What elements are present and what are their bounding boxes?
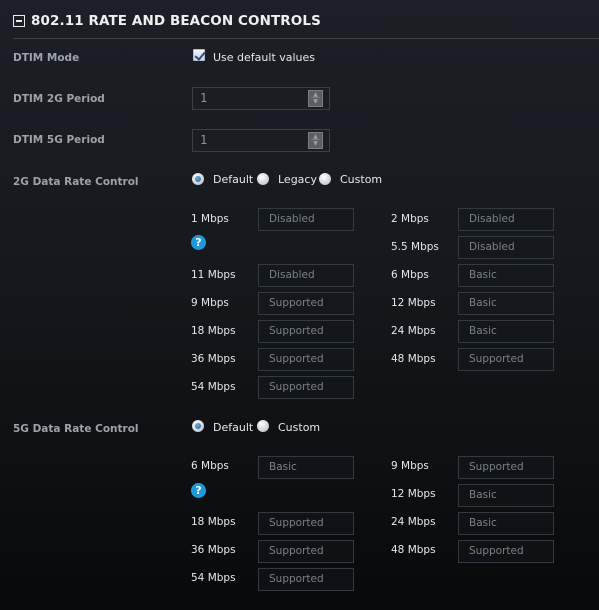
rate-label: 48 Mbps [391, 544, 436, 556]
rate-field: Supported [458, 348, 554, 371]
rate-field: Disabled [258, 208, 354, 231]
rate-label: 54 Mbps [191, 572, 236, 584]
rate-field: Basic [458, 292, 554, 315]
2g-radio-legacy-label[interactable]: Legacy [278, 173, 317, 186]
rate-label: 24 Mbps [391, 325, 436, 337]
5g-radio-default[interactable] [192, 420, 204, 432]
2g-radio-default-label[interactable]: Default [213, 173, 253, 186]
dtim-2g-period-input[interactable]: 1 ▲ ▼ [192, 87, 330, 110]
use-default-values-checkbox[interactable] [193, 49, 205, 61]
spinner-down-icon[interactable]: ▼ [311, 99, 320, 105]
rate-field: Supported [258, 540, 354, 563]
use-default-values-label[interactable]: Use default values [213, 51, 315, 64]
spinner-down-icon[interactable]: ▼ [311, 141, 320, 147]
rate-field: Supported [258, 320, 354, 343]
rate-label: 5.5 Mbps [391, 241, 439, 253]
section-title: 802.11 RATE AND BEACON CONTROLS [31, 13, 321, 29]
rate-label: 6 Mbps [391, 269, 429, 281]
rate-field: Basic [458, 264, 554, 287]
rate-field: Supported [258, 568, 354, 591]
rate-field: Disabled [258, 264, 354, 287]
dtim-2g-period-label: DTIM 2G Period [13, 93, 105, 105]
rate-field: Basic [458, 512, 554, 535]
rate-label: 2 Mbps [391, 213, 429, 225]
dtim-2g-period-value: 1 [200, 91, 208, 105]
rate-label: 11 Mbps [191, 269, 236, 281]
rate-field: Disabled [458, 208, 554, 231]
rate-label: 36 Mbps [191, 544, 236, 556]
rate-label: 9 Mbps [191, 297, 229, 309]
rate-label: 24 Mbps [391, 516, 436, 528]
rate-field: Supported [458, 540, 554, 563]
dtim-5g-spinner[interactable]: ▲ ▼ [308, 132, 323, 149]
section-header[interactable]: 802.11 RATE AND BEACON CONTROLS [13, 11, 321, 31]
rate-label: 36 Mbps [191, 353, 236, 365]
rate-field: Supported [258, 348, 354, 371]
dtim-2g-spinner[interactable]: ▲ ▼ [308, 90, 323, 107]
rate-label: 1 Mbps [191, 213, 229, 225]
rate-field: Basic [258, 456, 354, 479]
header-divider [13, 38, 599, 39]
dtim-5g-period-label: DTIM 5G Period [13, 134, 105, 146]
rate-label: 18 Mbps [191, 516, 236, 528]
rate-field: Basic [458, 320, 554, 343]
rate-label: 18 Mbps [191, 325, 236, 337]
5g-data-rate-control-label: 5G Data Rate Control [13, 423, 139, 435]
2g-radio-custom[interactable] [319, 173, 331, 185]
2g-radio-legacy[interactable] [257, 173, 269, 185]
dtim-5g-period-input[interactable]: 1 ▲ ▼ [192, 129, 330, 152]
dtim-mode-label: DTIM Mode [13, 52, 80, 64]
2g-data-rate-control-label: 2G Data Rate Control [13, 176, 139, 188]
help-icon[interactable]: ? [191, 235, 206, 250]
help-icon[interactable]: ? [191, 483, 206, 498]
collapse-icon[interactable] [13, 15, 25, 27]
rate-label: 48 Mbps [391, 353, 436, 365]
rate-label: 12 Mbps [391, 297, 436, 309]
5g-radio-default-label[interactable]: Default [213, 421, 253, 434]
rate-field: Disabled [458, 236, 554, 259]
rate-label: 9 Mbps [391, 460, 429, 472]
rate-label: 6 Mbps [191, 460, 229, 472]
2g-radio-custom-label[interactable]: Custom [340, 173, 382, 186]
2g-radio-default[interactable] [192, 173, 204, 185]
rate-field: Supported [258, 512, 354, 535]
rate-label: 12 Mbps [391, 488, 436, 500]
rate-label: 54 Mbps [191, 381, 236, 393]
5g-radio-custom-label[interactable]: Custom [278, 421, 320, 434]
5g-radio-custom[interactable] [257, 420, 269, 432]
rate-field: Supported [258, 376, 354, 399]
rate-field: Basic [458, 484, 554, 507]
rate-field: Supported [258, 292, 354, 315]
rate-field: Supported [458, 456, 554, 479]
dtim-5g-period-value: 1 [200, 133, 208, 147]
